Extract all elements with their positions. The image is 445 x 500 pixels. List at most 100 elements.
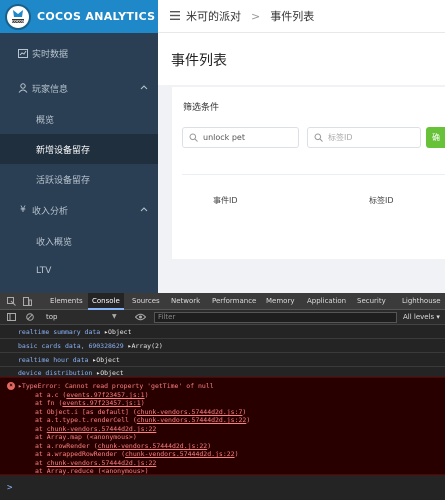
sidebar: COCOS COCOS ANALYTICS 实时数据 玩家信息 概览 新增设备留… (0, 0, 158, 293)
frame-suffix: ) (234, 450, 239, 458)
frame-source-link[interactable]: chunk-vendors.57444d2d.js:7 (137, 408, 243, 416)
tab-lighthouse[interactable]: Lighthouse (402, 293, 441, 310)
sidebar-item-label: LTV (36, 266, 52, 276)
log-value[interactable]: Object (96, 356, 119, 364)
frame-prefix: at Object.i [as default] ( (35, 408, 137, 416)
tag-id-input[interactable]: 标签ID (307, 127, 421, 148)
frame-source-link[interactable]: events.97f23457.js:1 (62, 399, 140, 407)
log-value[interactable]: Object (100, 369, 123, 377)
sidebar-item-label: 概览 (36, 115, 55, 126)
console-log-line[interactable]: realtime hour data ▸Object (0, 354, 445, 367)
frame-prefix: at Array.map (<anonymous>) (35, 433, 137, 441)
stack-frame: at a.c (events.97f23457.js:1) (35, 391, 149, 399)
log-message: realtime summary data (18, 328, 101, 336)
device-toggle-icon[interactable] (23, 297, 32, 308)
console-log-line[interactable]: realtime summary data ▸Object (0, 326, 445, 339)
console-filter-input[interactable]: Filter (154, 312, 397, 323)
yen-icon: ¥ (20, 205, 26, 215)
console-toolbar: top ▼ Filter All levels ▾ (0, 310, 445, 325)
sidebar-item-label: 新增设备留存 (36, 145, 91, 156)
sidebar-item-ltv[interactable]: LTV (0, 256, 158, 286)
log-message: basic cards data, 690328629 (18, 342, 124, 350)
inspect-element-icon[interactable] (7, 297, 16, 308)
sidebar-item-label: 玩家信息 (32, 84, 69, 95)
sidebar-item-revenue-overview[interactable]: 收入概览 (0, 226, 158, 256)
frame-suffix: ) (242, 408, 247, 416)
column-header-tag-id[interactable]: 标签ID (369, 195, 394, 206)
menu-icon[interactable] (170, 10, 180, 22)
confirm-button[interactable]: 确 (426, 127, 445, 148)
tab-memory[interactable]: Memory (266, 293, 294, 310)
stack-frame: at chunk-vendors.57444d2d.js:22 (35, 459, 156, 467)
console-log-line[interactable]: basic cards data, 690328629 ▸Array(2) (0, 340, 445, 353)
breadcrumb-separator: > (251, 9, 261, 23)
frame-prefix: at Array.reduce (<anonymous>) (35, 467, 149, 475)
sidebar-item-active-device-retention[interactable]: 活跃设备留存 (0, 164, 158, 194)
frame-prefix: at fn ( (35, 399, 63, 407)
logo-bar[interactable]: COCOS COCOS ANALYTICS (0, 0, 158, 33)
stack-frame: at a.rowRender (chunk-vendors.57444d2d.j… (35, 442, 211, 450)
context-selector[interactable]: top (46, 313, 57, 321)
column-header-event-id[interactable]: 事件ID (213, 195, 238, 206)
frame-source-link[interactable]: events.97f23457.js:1 (66, 391, 144, 399)
sidebar-item-new-device-retention[interactable]: 新增设备留存 (0, 134, 158, 164)
tab-application[interactable]: Application (307, 293, 346, 310)
log-message: device distribution (18, 369, 93, 377)
tab-console[interactable]: Console (88, 293, 124, 310)
error-message[interactable]: ▸TypeError: Cannot read property 'getTim… (18, 382, 214, 390)
frame-prefix: at a.c ( (35, 391, 67, 399)
tab-performance[interactable]: Performance (212, 293, 256, 310)
tab-security[interactable]: Security (357, 293, 386, 310)
log-levels-dropdown[interactable]: All levels ▾ (403, 313, 440, 321)
filter-card: 筛选条件 unlock pet 标签ID 确 事件ID 标签ID (172, 87, 445, 259)
search-icon (314, 133, 324, 142)
sidebar-item-label: 活跃设备留存 (36, 175, 91, 186)
chevron-up-icon (140, 83, 148, 93)
sidebar-item-realtime[interactable]: 实时数据 (0, 38, 158, 68)
error-text: TypeError: Cannot read property 'getTime… (21, 382, 214, 390)
frame-source-link[interactable]: chunk-vendors.57444d2d.js:22 (47, 459, 157, 467)
stack-frame: at chunk-vendors.57444d2d.js:22 (35, 425, 156, 433)
sidebar-item-overview[interactable]: 概览 (0, 104, 158, 134)
frame-source-link[interactable]: chunk-vendors.57444d2d.js:22 (137, 416, 247, 424)
console-prompt[interactable]: > (0, 478, 445, 500)
caret-down-icon: ▼ (112, 313, 117, 320)
realtime-icon (18, 48, 28, 58)
sidebar-item-label: 实时数据 (32, 49, 69, 60)
sidebar-group-revenue[interactable]: ¥ 收入分析 (0, 195, 158, 225)
confirm-button-label: 确 (432, 133, 440, 142)
breadcrumb-app[interactable]: 米可的派对 (186, 8, 241, 24)
frame-suffix: ) (144, 391, 149, 399)
frame-prefix: at (35, 425, 47, 433)
search-input-value: unlock pet (203, 133, 245, 142)
frame-prefix: at a.rowRender ( (35, 442, 98, 450)
tab-elements[interactable]: Elements (50, 293, 83, 310)
page-title: 事件列表 (171, 53, 227, 69)
breadcrumb-current: 事件列表 (270, 10, 315, 23)
frame-source-link[interactable]: chunk-vendors.57444d2d.js:22 (98, 442, 208, 450)
sidebar-toggle-icon[interactable] (7, 313, 16, 323)
frame-prefix: at a.t.type.t.renderCell ( (35, 416, 137, 424)
error-icon: × (7, 382, 15, 390)
tab-network[interactable]: Network (171, 293, 200, 310)
eye-icon[interactable] (134, 313, 147, 323)
sidebar-group-player-info[interactable]: 玩家信息 (0, 73, 158, 103)
stack-frame: at Array.map (<anonymous>) (35, 433, 137, 441)
frame-prefix: at (35, 459, 47, 467)
frame-source-link[interactable]: chunk-vendors.57444d2d.js:22 (47, 425, 157, 433)
log-value[interactable]: Array(2) (132, 342, 163, 350)
analytics-app: COCOS COCOS ANALYTICS 实时数据 玩家信息 概览 新增设备留… (0, 0, 445, 293)
filter-placeholder: Filter (158, 313, 176, 321)
console-error-entry[interactable]: × ▸TypeError: Cannot read property 'getT… (0, 377, 445, 475)
clear-console-icon[interactable] (26, 313, 34, 323)
stack-frame: at a.t.type.t.renderCell (chunk-vendors.… (35, 416, 250, 424)
tag-input-placeholder: 标签ID (328, 133, 353, 142)
filter-title: 筛选条件 (183, 103, 220, 113)
log-value[interactable]: Object (108, 328, 131, 336)
tab-sources[interactable]: Sources (132, 293, 160, 310)
sidebar-item-label: 收入概览 (36, 237, 73, 248)
event-search-input[interactable]: unlock pet (182, 127, 299, 148)
page-title-bar: 事件列表 (158, 33, 445, 85)
frame-source-link[interactable]: chunk-vendors.57444d2d.js:22 (125, 450, 235, 458)
stack-frame: at Object.i [as default] (chunk-vendors.… (35, 408, 246, 416)
